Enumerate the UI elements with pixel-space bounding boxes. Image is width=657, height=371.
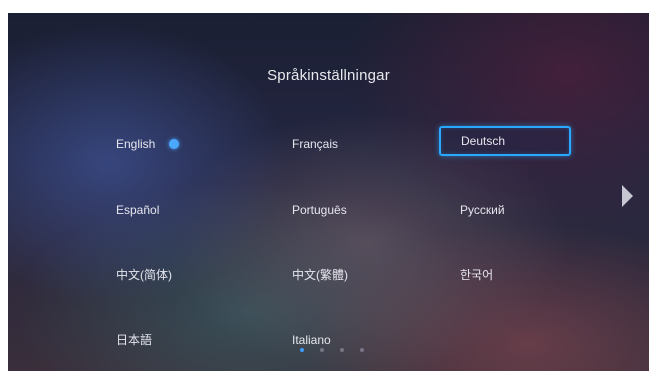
selected-indicator-icon — [169, 138, 180, 149]
language-option-deutsch[interactable]: Deutsch — [439, 126, 571, 156]
page-dot[interactable] — [340, 348, 344, 352]
language-label: 日本語 — [116, 333, 153, 347]
language-option-chinese-traditional[interactable]: 中文(繁體) — [284, 260, 412, 290]
language-label: Italiano — [292, 333, 331, 347]
page-title: Språkinställningar — [267, 67, 390, 84]
language-label: Español — [116, 203, 160, 217]
language-option-portugues[interactable]: Português — [284, 195, 412, 225]
language-option-english[interactable]: English — [108, 129, 228, 159]
language-label: Français — [292, 137, 339, 151]
language-label: Русский — [460, 203, 505, 217]
language-label: 中文(简体) — [116, 268, 172, 282]
language-option-chinese-simplified[interactable]: 中文(简体) — [108, 260, 228, 290]
language-option-espanol[interactable]: Español — [108, 195, 228, 225]
language-option-korean[interactable]: 한국어 — [452, 260, 580, 290]
language-label: 한국어 — [460, 268, 494, 282]
language-label: English — [116, 137, 156, 151]
chevron-right-icon[interactable] — [622, 185, 633, 207]
page-dot[interactable] — [300, 348, 304, 352]
language-option-russian[interactable]: Русский — [452, 195, 580, 225]
language-option-japanese[interactable]: 日本語 — [108, 325, 228, 355]
language-label: Deutsch — [461, 134, 506, 148]
page-dot[interactable] — [360, 348, 364, 352]
language-option-francais[interactable]: Français — [284, 129, 412, 159]
language-settings-screen: Språkinställningar English Français Deut… — [8, 13, 649, 371]
page-dot[interactable] — [320, 348, 324, 352]
language-label: 中文(繁體) — [292, 268, 348, 282]
language-label: Português — [292, 203, 347, 217]
